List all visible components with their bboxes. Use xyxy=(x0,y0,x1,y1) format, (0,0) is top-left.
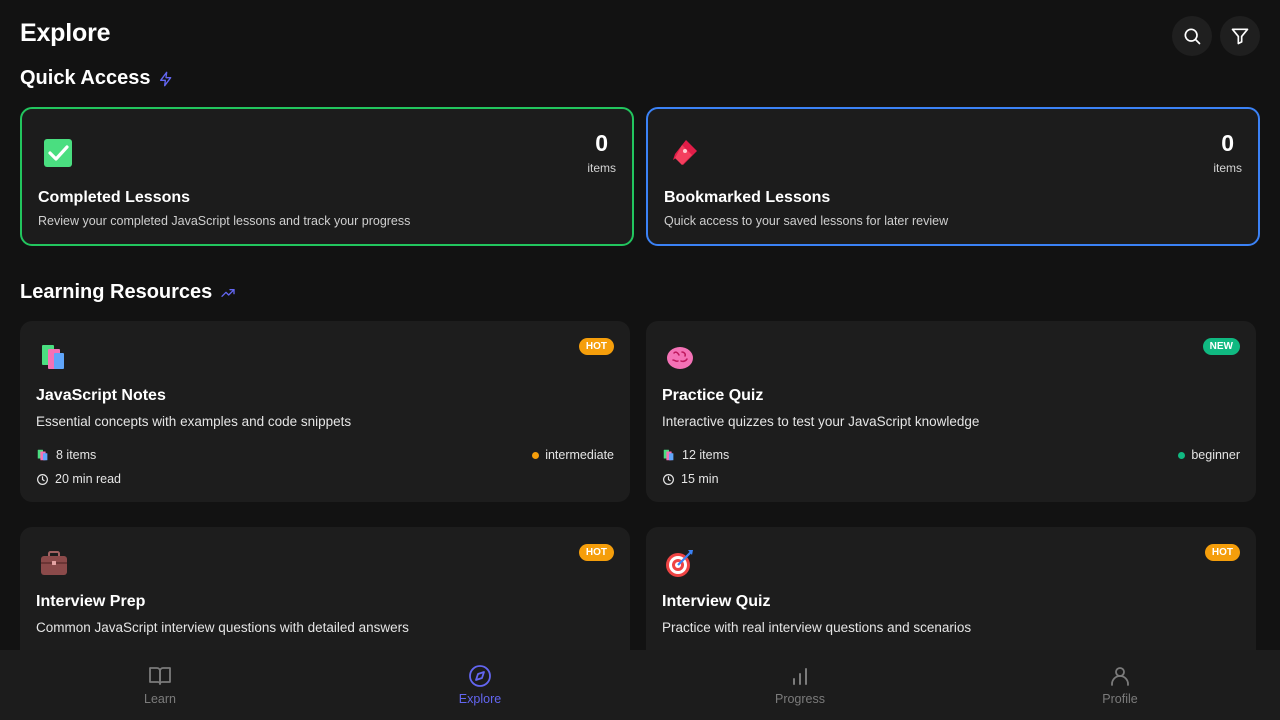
learning-resources-title: Learning Resources xyxy=(20,281,213,303)
resource-title: Interview Prep xyxy=(36,593,146,610)
clock-icon xyxy=(37,473,48,485)
completed-count-value: 0 xyxy=(595,130,609,156)
nav-item-learn[interactable]: Learn xyxy=(0,650,320,720)
nav-label-learn: Learn xyxy=(144,692,176,706)
header-actions xyxy=(1172,16,1260,56)
nav-label-progress: Progress xyxy=(774,692,826,706)
user-icon xyxy=(1111,667,1129,686)
completed-lessons-card[interactable]: 0 items Completed Lessons Review your co… xyxy=(20,107,634,246)
completed-lessons-title: Completed Lessons xyxy=(38,189,191,206)
nav-item-profile[interactable]: Profile xyxy=(960,650,1280,720)
resource-title: JavaScript Notes xyxy=(36,387,166,404)
resource-title: Practice Quiz xyxy=(662,387,764,404)
trending-up-icon xyxy=(221,288,235,297)
app-root: Explore Quick Access 0 items Completed L… xyxy=(0,0,1280,720)
lightning-icon xyxy=(160,71,172,86)
bottom-nav: Learn Explore Progress Profile xyxy=(0,650,1280,720)
resource-card-javascript-notes[interactable]: HOT JavaScript Notes Essential concepts … xyxy=(20,321,630,502)
resource-description: Practice with real interview questions a… xyxy=(662,620,972,635)
compass-icon xyxy=(469,665,491,687)
completed-count-unit: items xyxy=(587,161,616,175)
clock-icon xyxy=(663,473,674,485)
level-dot xyxy=(532,451,540,459)
check-box-icon xyxy=(44,139,72,167)
badge-new: NEW xyxy=(1202,338,1240,355)
badge-hot: HOT xyxy=(578,544,614,561)
nav-item-progress[interactable]: Progress xyxy=(640,650,960,720)
nav-label-profile: Profile xyxy=(1102,692,1138,706)
resource-level-label: intermediate xyxy=(545,448,614,462)
bookmarked-count-unit: items xyxy=(1213,161,1242,175)
resource-items-label: 12 items xyxy=(682,448,730,462)
level-dot xyxy=(1178,451,1186,459)
bar-chart-icon xyxy=(793,668,807,685)
resource-items: 12 items xyxy=(662,448,729,462)
bookmarked-lessons-description: Quick access to your saved lessons for l… xyxy=(664,214,949,228)
filter-icon xyxy=(1231,28,1249,45)
nav-label-explore: Explore xyxy=(458,692,502,706)
resource-time: 15 min xyxy=(662,472,719,486)
page-title: Explore xyxy=(20,19,111,47)
briefcase-icon xyxy=(41,551,67,575)
bookmarked-lessons-title: Bookmarked Lessons xyxy=(664,189,831,206)
filter-button[interactable] xyxy=(1220,16,1260,56)
resource-items: 8 items xyxy=(36,448,96,462)
resource-time-label: 20 min read xyxy=(55,472,122,486)
bookmark-icon xyxy=(673,140,697,165)
bookmarked-count-value: 0 xyxy=(1221,130,1235,156)
books-icon xyxy=(663,449,674,461)
completed-count: 0 items xyxy=(587,129,616,175)
resource-level-label: beginner xyxy=(1191,448,1240,462)
resource-items-label: 8 items xyxy=(56,448,97,462)
nav-item-explore[interactable]: Explore xyxy=(320,650,640,720)
brain-icon xyxy=(667,347,693,369)
resource-time: 20 min read xyxy=(36,472,121,486)
resource-card-practice-quiz[interactable]: NEW Practice Quiz Interactive quizzes to… xyxy=(646,321,1256,502)
books-icon xyxy=(37,449,48,461)
resource-time-label: 15 min xyxy=(681,472,719,486)
completed-lessons-description: Review your completed JavaScript lessons… xyxy=(38,214,411,228)
search-icon xyxy=(1184,28,1201,45)
quick-access-heading: Quick Access xyxy=(20,67,174,90)
resource-description: Interactive quizzes to test your JavaScr… xyxy=(662,414,980,429)
quick-access-title: Quick Access xyxy=(20,67,151,89)
books-icon xyxy=(42,345,64,369)
search-button[interactable] xyxy=(1172,16,1212,56)
resource-description: Essential concepts with examples and cod… xyxy=(36,414,352,429)
resource-title: Interview Quiz xyxy=(662,593,771,610)
target-icon xyxy=(666,550,693,577)
badge-hot: HOT xyxy=(578,338,614,355)
book-open-icon xyxy=(149,667,171,685)
bookmarked-count: 0 items xyxy=(1213,129,1242,175)
resource-level: intermediate xyxy=(532,448,614,462)
badge-hot: HOT xyxy=(1204,544,1240,561)
resource-level: beginner xyxy=(1178,448,1240,462)
learning-resources-heading: Learning Resources xyxy=(20,281,236,304)
bookmarked-lessons-card[interactable]: 0 items Bookmarked Lessons Quick access … xyxy=(646,107,1260,246)
resource-description: Common JavaScript interview questions wi… xyxy=(36,620,409,635)
